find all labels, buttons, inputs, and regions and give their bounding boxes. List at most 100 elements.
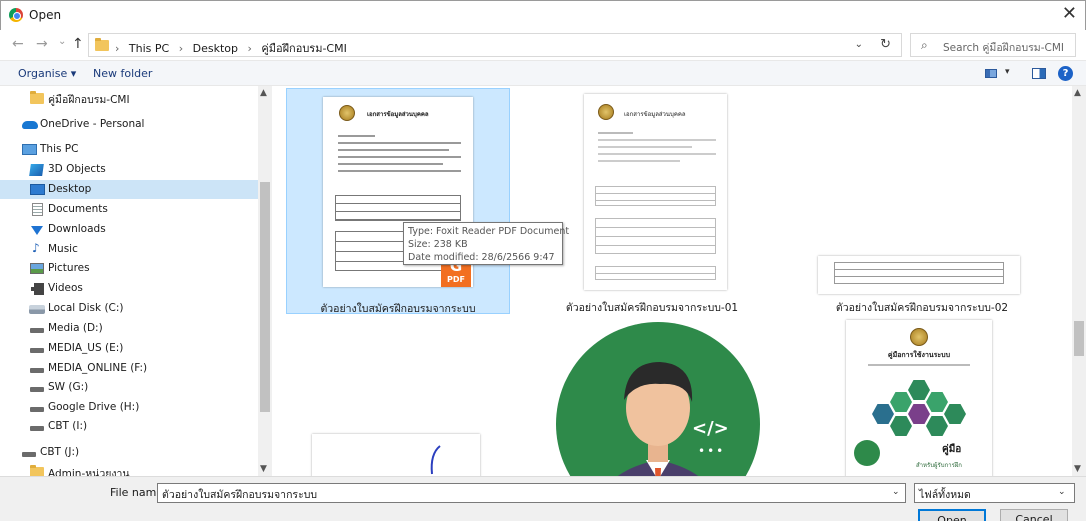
navigation-pane: คู่มือฝึกอบรม-CMI OneDrive - Personal Th…: [0, 86, 272, 476]
open-button[interactable]: Open: [918, 509, 986, 521]
file-name: ตัวอย่างใบสมัครฝึกอบรมจากระบบ-02: [835, 302, 1009, 314]
hexagon-icon: [908, 404, 930, 424]
sidebar-item-label: 3D Objects: [48, 163, 106, 175]
sidebar-item-label: Google Drive (H:): [48, 401, 140, 413]
sidebar-item-label: Desktop: [48, 183, 92, 195]
scroll-up-icon[interactable]: ▲: [260, 88, 267, 98]
file-item[interactable]: คู่มือการใช้งานระบบ คู่มือ สำหรับผู้รับก…: [832, 316, 1008, 476]
code-icon: </>: [692, 418, 729, 439]
address-bar-row: ← → ⌄ ↑ › This PC › Desktop › คู่มือฝึกอ…: [0, 30, 1086, 60]
file-thumbnail: [312, 434, 480, 476]
sidebar-item-documents[interactable]: Documents: [0, 200, 258, 219]
sidebar-item-pictures[interactable]: Pictures: [0, 259, 258, 278]
sidebar-item-label: Local Disk (C:): [48, 302, 124, 314]
sidebar-item-google-drive-h[interactable]: Google Drive (H:): [0, 398, 258, 417]
breadcrumb-desktop[interactable]: Desktop: [193, 42, 238, 55]
recent-locations-button[interactable]: ⌄: [58, 36, 66, 47]
dialog-footer: File name: ตัวอย่างใบสมัครฝึกอบรมจากระบบ…: [0, 476, 1086, 521]
sidebar-item-downloads[interactable]: Downloads: [0, 220, 258, 239]
sidebar-item-media-d[interactable]: Media (D:): [0, 319, 258, 338]
sidebar-item-cbt-j[interactable]: CBT (J:): [0, 443, 258, 462]
drive-icon: [30, 407, 44, 412]
sidebar-item-videos[interactable]: Videos: [0, 279, 258, 298]
file-name-input[interactable]: ตัวอย่างใบสมัครฝึกอบรมจากระบบ: [157, 483, 906, 503]
cancel-button[interactable]: Cancel: [1000, 509, 1068, 521]
document-table: [595, 186, 716, 206]
forward-button[interactable]: →: [36, 36, 48, 52]
sidebar-item-label: MEDIA_ONLINE (F:): [48, 362, 148, 374]
sidebar-item-label: Media (D:): [48, 322, 103, 334]
file-list-scrollbar[interactable]: ▲ ▼: [1072, 86, 1086, 476]
file-item[interactable]: </> •••: [548, 316, 768, 476]
sidebar-item-onedrive[interactable]: OneDrive - Personal: [0, 115, 258, 134]
back-button[interactable]: ←: [12, 36, 24, 52]
sidebar-item-cbt-i[interactable]: CBT (I:): [0, 417, 258, 436]
videos-icon: [31, 283, 44, 295]
search-placeholder: Search คู่มือฝึกอบรม-CMI: [943, 42, 1064, 54]
sidebar-item-music[interactable]: ♪ Music: [0, 240, 258, 259]
change-view-icon[interactable]: [985, 69, 997, 78]
emblem-icon: [598, 104, 614, 120]
breadcrumb-separator: ›: [178, 42, 184, 55]
help-icon[interactable]: ?: [1058, 66, 1073, 81]
file-item[interactable]: เอกสารข้อมูลส่วนบุคคล ตัวอย่างใบสมัครฝึก…: [552, 88, 752, 314]
window-title: Open: [29, 8, 62, 22]
file-list: เอกสารข้อมูลส่วนบุคคล G PDF ตัวอย่างใบสมั…: [272, 86, 1072, 476]
breadcrumb: › This PC › Desktop › คู่มือฝึกอบรม-CMI: [115, 39, 353, 57]
sidebar-item-admin[interactable]: Admin-หน่วยงาน: [0, 462, 258, 476]
sidebar-item-current-folder[interactable]: คู่มือฝึกอบรม-CMI: [0, 88, 258, 107]
document-caption: สำหรับผู้รับการฝึก: [916, 462, 962, 469]
computer-icon: [22, 144, 37, 155]
scrollbar-thumb[interactable]: [1074, 321, 1084, 356]
new-folder-button[interactable]: New folder: [93, 67, 152, 80]
address-bar[interactable]: › This PC › Desktop › คู่มือฝึกอบรม-CMI …: [88, 33, 902, 57]
pen-stroke-icon: [430, 445, 441, 475]
scroll-down-icon[interactable]: ▼: [260, 464, 267, 474]
file-item[interactable]: [312, 434, 480, 476]
breadcrumb-separator: ›: [247, 42, 252, 55]
sidebar-scrollbar[interactable]: ▲ ▼: [258, 86, 272, 476]
address-dropdown-icon[interactable]: ⌄: [855, 39, 863, 50]
up-button[interactable]: ↑: [72, 36, 84, 52]
drive-icon: [30, 328, 44, 333]
breadcrumb-separator: ›: [115, 42, 120, 55]
file-item[interactable]: เอกสารข้อมูลส่วนบุคคล G PDF ตัวอย่างใบสมั…: [286, 88, 510, 315]
scrollbar-thumb[interactable]: [260, 182, 270, 412]
scroll-up-icon[interactable]: ▲: [1074, 88, 1081, 98]
document-table: [595, 266, 716, 280]
sidebar-item-3d-objects[interactable]: 3D Objects: [0, 160, 258, 179]
file-thumbnail: คู่มือการใช้งานระบบ คู่มือ สำหรับผู้รับก…: [846, 320, 992, 476]
sidebar-item-label: This PC: [40, 143, 79, 155]
title-bar: Open ✕: [0, 0, 1086, 30]
file-item[interactable]: ตัวอย่างใบสมัครฝึกอบรมจากระบบ-02: [812, 88, 1032, 314]
close-button[interactable]: ✕: [1062, 3, 1077, 24]
organise-button[interactable]: Organise ▾: [18, 67, 76, 80]
breadcrumb-this-pc[interactable]: This PC: [129, 42, 169, 55]
file-type-select[interactable]: ไฟล์ทั้งหมด: [914, 483, 1075, 503]
sidebar-item-sw-g[interactable]: SW (G:): [0, 378, 258, 397]
breadcrumb-current-folder[interactable]: คู่มือฝึกอบรม-CMI: [261, 42, 346, 55]
refresh-icon[interactable]: ↻: [880, 37, 891, 52]
file-type-dropdown-icon[interactable]: ⌄: [1058, 487, 1066, 497]
desktop-icon: [30, 184, 45, 195]
scroll-down-icon[interactable]: ▼: [1074, 464, 1081, 474]
tooltip-size: Size: 238 KB: [408, 239, 468, 250]
file-name-dropdown-icon[interactable]: ⌄: [892, 487, 900, 497]
sidebar-item-media-online-f[interactable]: MEDIA_ONLINE (F:): [0, 359, 258, 378]
search-input[interactable]: ⌕ Search คู่มือฝึกอบรม-CMI: [910, 33, 1076, 57]
folder-icon: [30, 91, 44, 104]
sidebar-item-label: Pictures: [48, 262, 90, 274]
file-thumbnail: เอกสารข้อมูลส่วนบุคคล: [584, 94, 727, 290]
drive-icon: [22, 452, 36, 457]
sidebar-item-media-us-e[interactable]: MEDIA_US (E:): [0, 339, 258, 358]
view-options-chevron-icon[interactable]: ▾: [1005, 67, 1010, 77]
document-text: [868, 364, 970, 366]
preview-pane-icon[interactable]: [1032, 68, 1046, 79]
developer-avatar-icon: [618, 362, 698, 476]
document-table: [595, 218, 716, 254]
sidebar-item-local-disk-c[interactable]: Local Disk (C:): [0, 299, 258, 318]
sidebar-item-desktop[interactable]: Desktop: [0, 180, 258, 199]
sidebar-item-this-pc[interactable]: This PC: [0, 140, 258, 159]
hexagon-icon: [944, 404, 966, 424]
chrome-icon: [9, 8, 23, 22]
